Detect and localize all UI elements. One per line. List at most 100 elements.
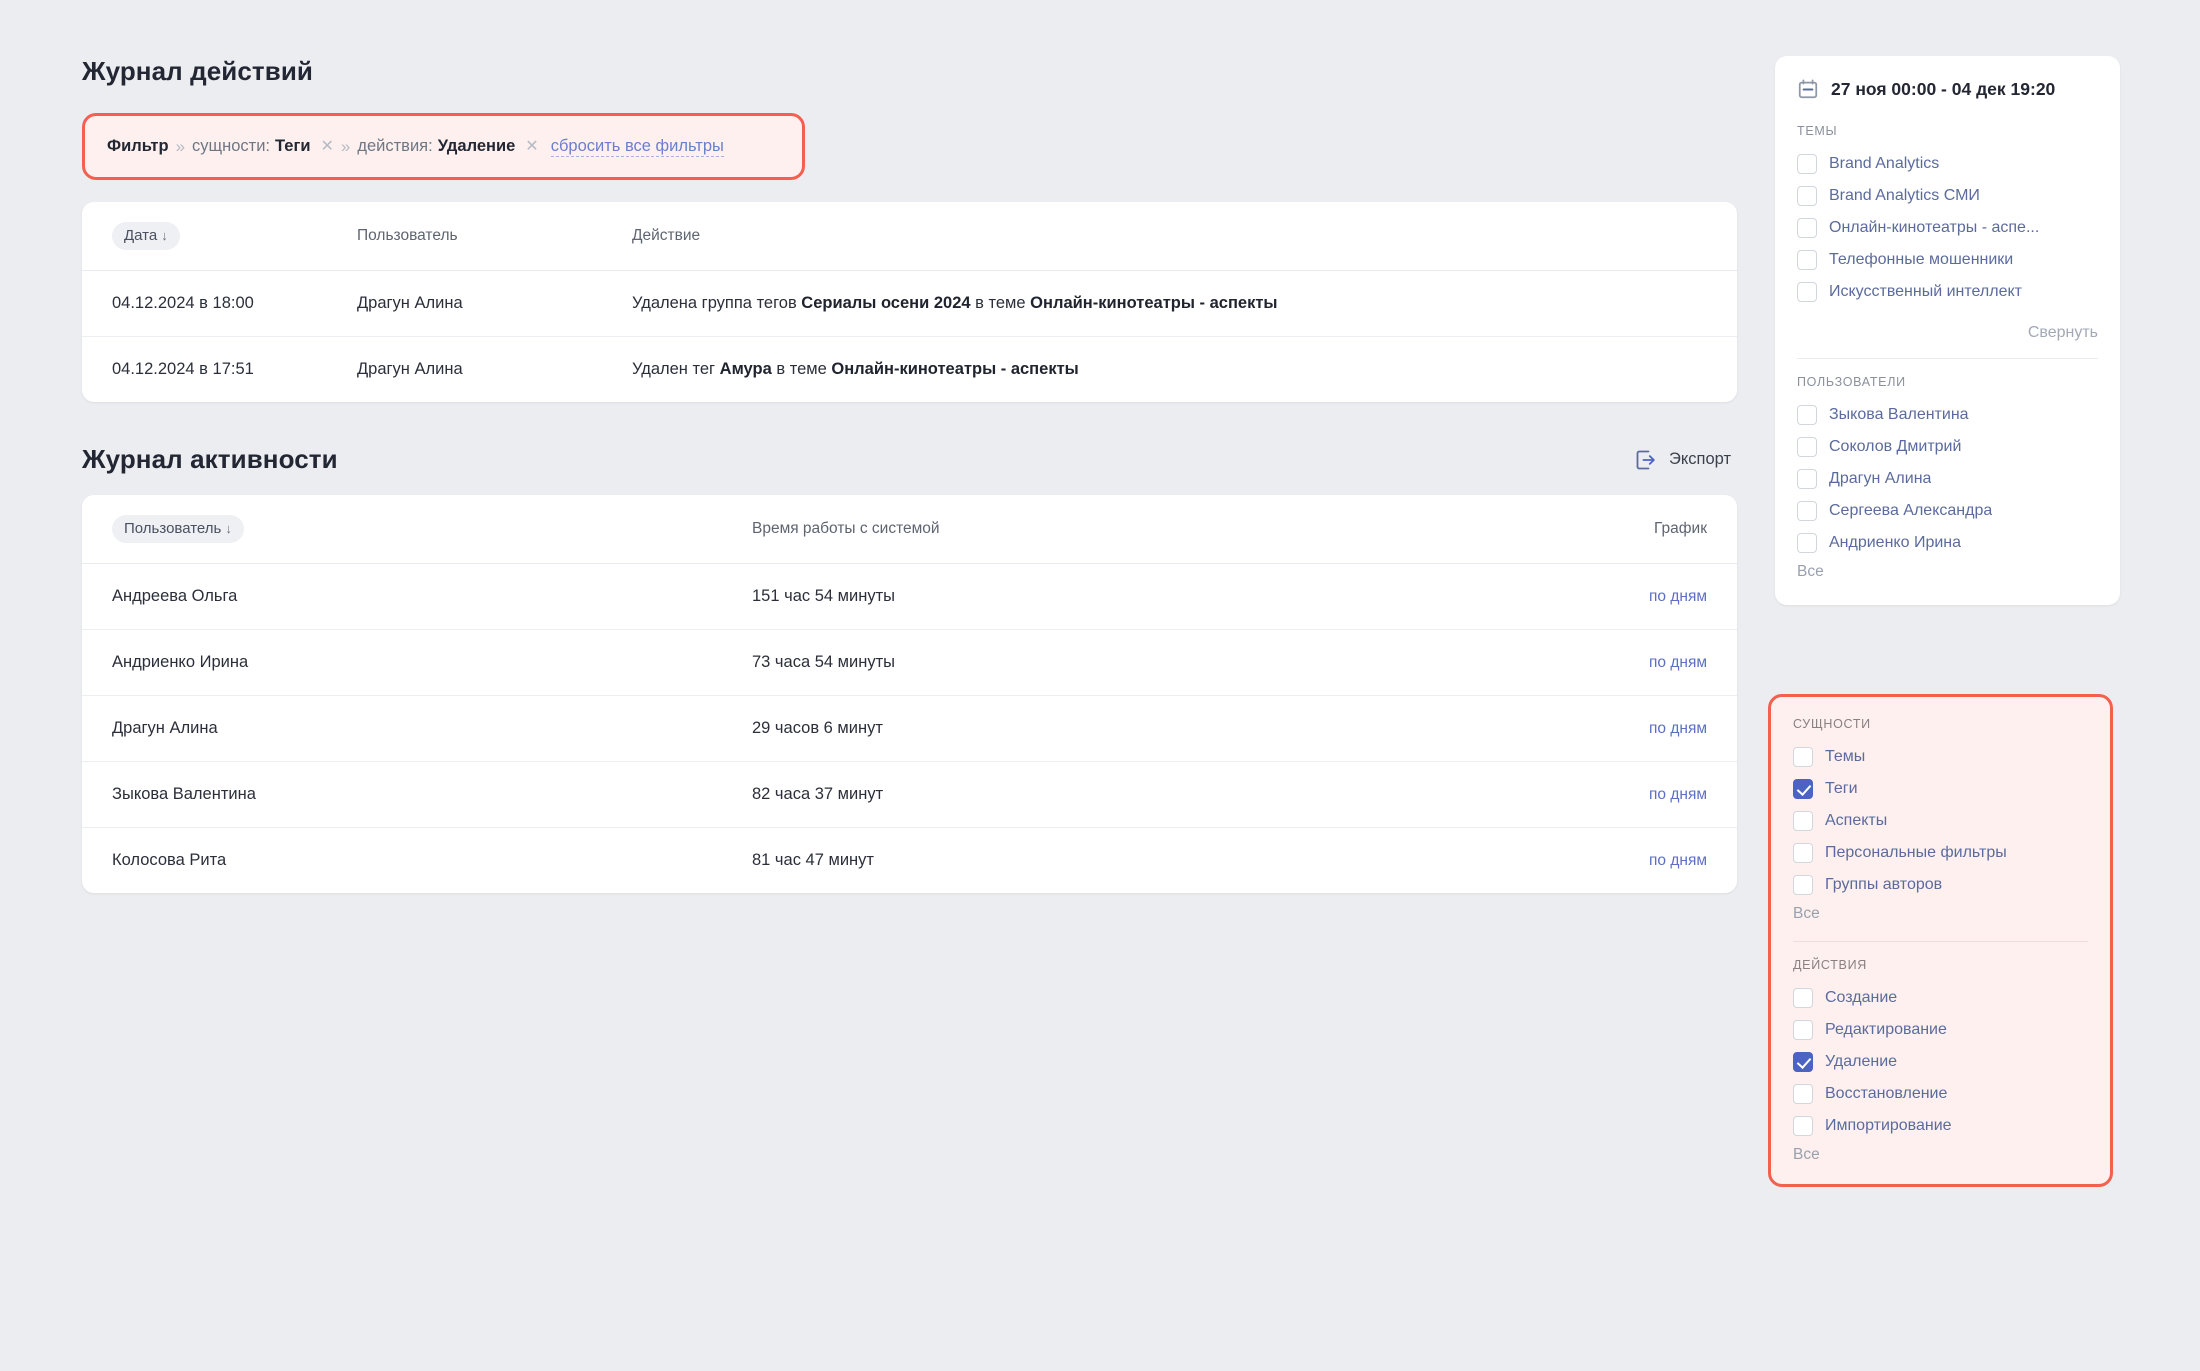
checkbox-unchecked-icon[interactable] [1797,533,1817,553]
checkbox-label: Драгун Алина [1829,470,1932,487]
checkbox-unchecked-icon[interactable] [1797,469,1817,489]
sort-arrow-down-icon: ↓ [225,521,232,536]
sort-chip-date[interactable]: Дата ↓ [112,222,180,250]
checkbox-unchecked-icon[interactable] [1793,1020,1813,1040]
filter-chip-remove-actions-icon[interactable]: ✕ [525,138,538,155]
calendar-icon [1798,79,1818,99]
checkbox-unchecked-icon[interactable] [1793,843,1813,863]
date-range-picker[interactable]: 27 ноя 00:00 - 04 дек 19:20 [1775,56,2120,108]
checkbox-label: Удаление [1825,1053,1898,1070]
action-log-tbody: 04.12.2024 в 18:00 Драгун Алина Удалена … [82,270,1737,402]
sort-arrow-down-icon: ↓ [161,228,168,243]
checkbox-row-user[interactable]: Зыкова Валентина [1797,399,2098,431]
checkbox-row-entity[interactable]: Теги [1793,773,2088,805]
cell-action: Удален тег Амура в теме Онлайн-кинотеатр… [632,336,1737,402]
cell-activity-chart: по дням [1542,695,1737,762]
checkbox-unchecked-icon[interactable] [1797,154,1817,174]
col-activity-user: Пользователь ↓ [82,495,752,564]
checkbox-unchecked-icon[interactable] [1793,875,1813,895]
chart-by-days-link[interactable]: по дням [1649,786,1707,803]
checkbox-row-theme[interactable]: Онлайн-кинотеатры - аспе... [1797,212,2098,244]
app-root: Журнал действий Фильтр » сущности: Теги … [0,0,2200,1371]
chart-by-days-link[interactable]: по дням [1649,588,1707,605]
cell-action: Удалена группа тегов Сериалы осени 2024 … [632,270,1737,337]
cell-activity-user: Зыкова Валентина [82,761,752,828]
checkbox-label: Импортирование [1825,1117,1952,1134]
checkbox-row-entity[interactable]: Группы авторов [1793,869,2088,901]
cell-activity-user: Андриенко Ирина [82,629,752,696]
checkbox-unchecked-icon[interactable] [1797,282,1817,302]
filter-separator-1: » [175,136,186,156]
filter-bar-highlight: Фильтр » сущности: Теги ✕ » действия: Уд… [82,113,805,180]
checkbox-row-theme[interactable]: Телефонные мошенники [1797,244,2098,276]
checkbox-row-user[interactable]: Драгун Алина [1797,463,2098,495]
entities-select-all-link[interactable]: Все [1793,901,2088,923]
export-button[interactable]: Экспорт [1634,448,1737,472]
checkbox-row-action[interactable]: Импортирование [1793,1110,2088,1142]
reset-all-filters-link[interactable]: сбросить все фильтры [550,137,724,157]
checkbox-row-action[interactable]: Редактирование [1793,1014,2088,1046]
col-activity-chart: График [1542,495,1737,564]
checkbox-row-entity[interactable]: Темы [1793,741,2088,773]
cell-activity-user: Колосова Рита [82,827,752,893]
checkbox-label: Онлайн-кинотеатры - аспе... [1829,219,2040,236]
table-header-row: Дата ↓ Пользователь Действие [82,202,1737,271]
checkbox-unchecked-icon[interactable] [1797,405,1817,425]
table-row: 04.12.2024 в 18:00 Драгун Алина Удалена … [82,270,1737,337]
activity-log-thead: Пользователь ↓ Время работы с системой Гр… [82,495,1737,564]
checkbox-row-action[interactable]: Создание [1793,982,2088,1014]
checkbox-label: Группы авторов [1825,876,1943,893]
checkbox-unchecked-icon[interactable] [1793,747,1813,767]
col-activity-user-label: Пользователь [124,520,222,537]
checkbox-row-user[interactable]: Сергеева Александра [1797,495,2098,527]
filter-chip-remove-entities-icon[interactable]: ✕ [320,138,333,155]
themes-collapse-link[interactable]: Свернуть [1775,314,2120,346]
filter-bar: Фильтр » сущности: Теги ✕ » действия: Уд… [85,116,802,177]
chart-by-days-link[interactable]: по дням [1649,654,1707,671]
action-text-pre: Удалена группа тегов [632,294,802,312]
checkbox-unchecked-icon[interactable] [1793,1116,1813,1136]
filter-chip-value-actions: Удаление [437,137,516,155]
checkbox-unchecked-icon[interactable] [1797,501,1817,521]
checkbox-row-user[interactable]: Андриенко Ирина [1797,527,2098,559]
table-row: Андреева Ольга 151 час 54 минуты по дням [82,563,1737,630]
checkbox-unchecked-icon[interactable] [1793,1084,1813,1104]
cell-user: Драгун Алина [357,336,632,402]
col-user-label: Пользователь [357,227,458,244]
cell-date: 04.12.2024 в 17:51 [82,336,357,402]
checkbox-row-theme[interactable]: Искусственный интеллект [1797,276,2098,308]
checkbox-checked-icon[interactable] [1793,779,1813,799]
checkbox-row-action[interactable]: Восстановление [1793,1078,2088,1110]
checkbox-unchecked-icon[interactable] [1797,218,1817,238]
users-filter-group: Пользователи Зыкова Валентина Соколов Дм… [1775,359,2120,587]
themes-filter-group: Темы Brand Analytics Brand Analytics СМИ… [1775,108,2120,314]
action-text-mid: в теме [970,294,1031,312]
checkbox-row-entity[interactable]: Аспекты [1793,805,2088,837]
checkbox-label: Теги [1825,780,1858,797]
chart-by-days-link[interactable]: по дням [1649,852,1707,869]
checkbox-checked-icon[interactable] [1793,1052,1813,1072]
checkbox-row-action[interactable]: Удаление [1793,1046,2088,1078]
activity-log-title: Журнал активности [82,444,338,474]
sort-chip-user[interactable]: Пользователь ↓ [112,515,244,543]
checkbox-label: Телефонные мошенники [1829,251,2014,268]
table-row: Андриенко Ирина 73 часа 54 минуты по дня… [82,629,1737,696]
chart-by-days-link[interactable]: по дням [1649,720,1707,737]
users-select-all-link[interactable]: Все [1797,559,2098,581]
entities-actions-highlight: Сущности Темы Теги Аспекты Персональные … [1768,694,2113,1187]
action-log-table: Дата ↓ Пользователь Действие 04.12.2024 в [82,202,1737,402]
checkbox-row-entity[interactable]: Персональные фильтры [1793,837,2088,869]
actions-select-all-link[interactable]: Все [1793,1142,2088,1164]
cell-activity-time: 82 часа 37 минут [752,761,1542,828]
checkbox-label: Редактирование [1825,1021,1947,1038]
checkbox-unchecked-icon[interactable] [1793,988,1813,1008]
checkbox-unchecked-icon[interactable] [1793,811,1813,831]
themes-group-title: Темы [1797,124,1838,138]
cell-activity-user: Драгун Алина [82,695,752,762]
checkbox-row-theme[interactable]: Brand Analytics [1797,148,2098,180]
checkbox-row-theme[interactable]: Brand Analytics СМИ [1797,180,2098,212]
checkbox-unchecked-icon[interactable] [1797,250,1817,270]
checkbox-row-user[interactable]: Соколов Дмитрий [1797,431,2098,463]
checkbox-unchecked-icon[interactable] [1797,437,1817,457]
checkbox-unchecked-icon[interactable] [1797,186,1817,206]
